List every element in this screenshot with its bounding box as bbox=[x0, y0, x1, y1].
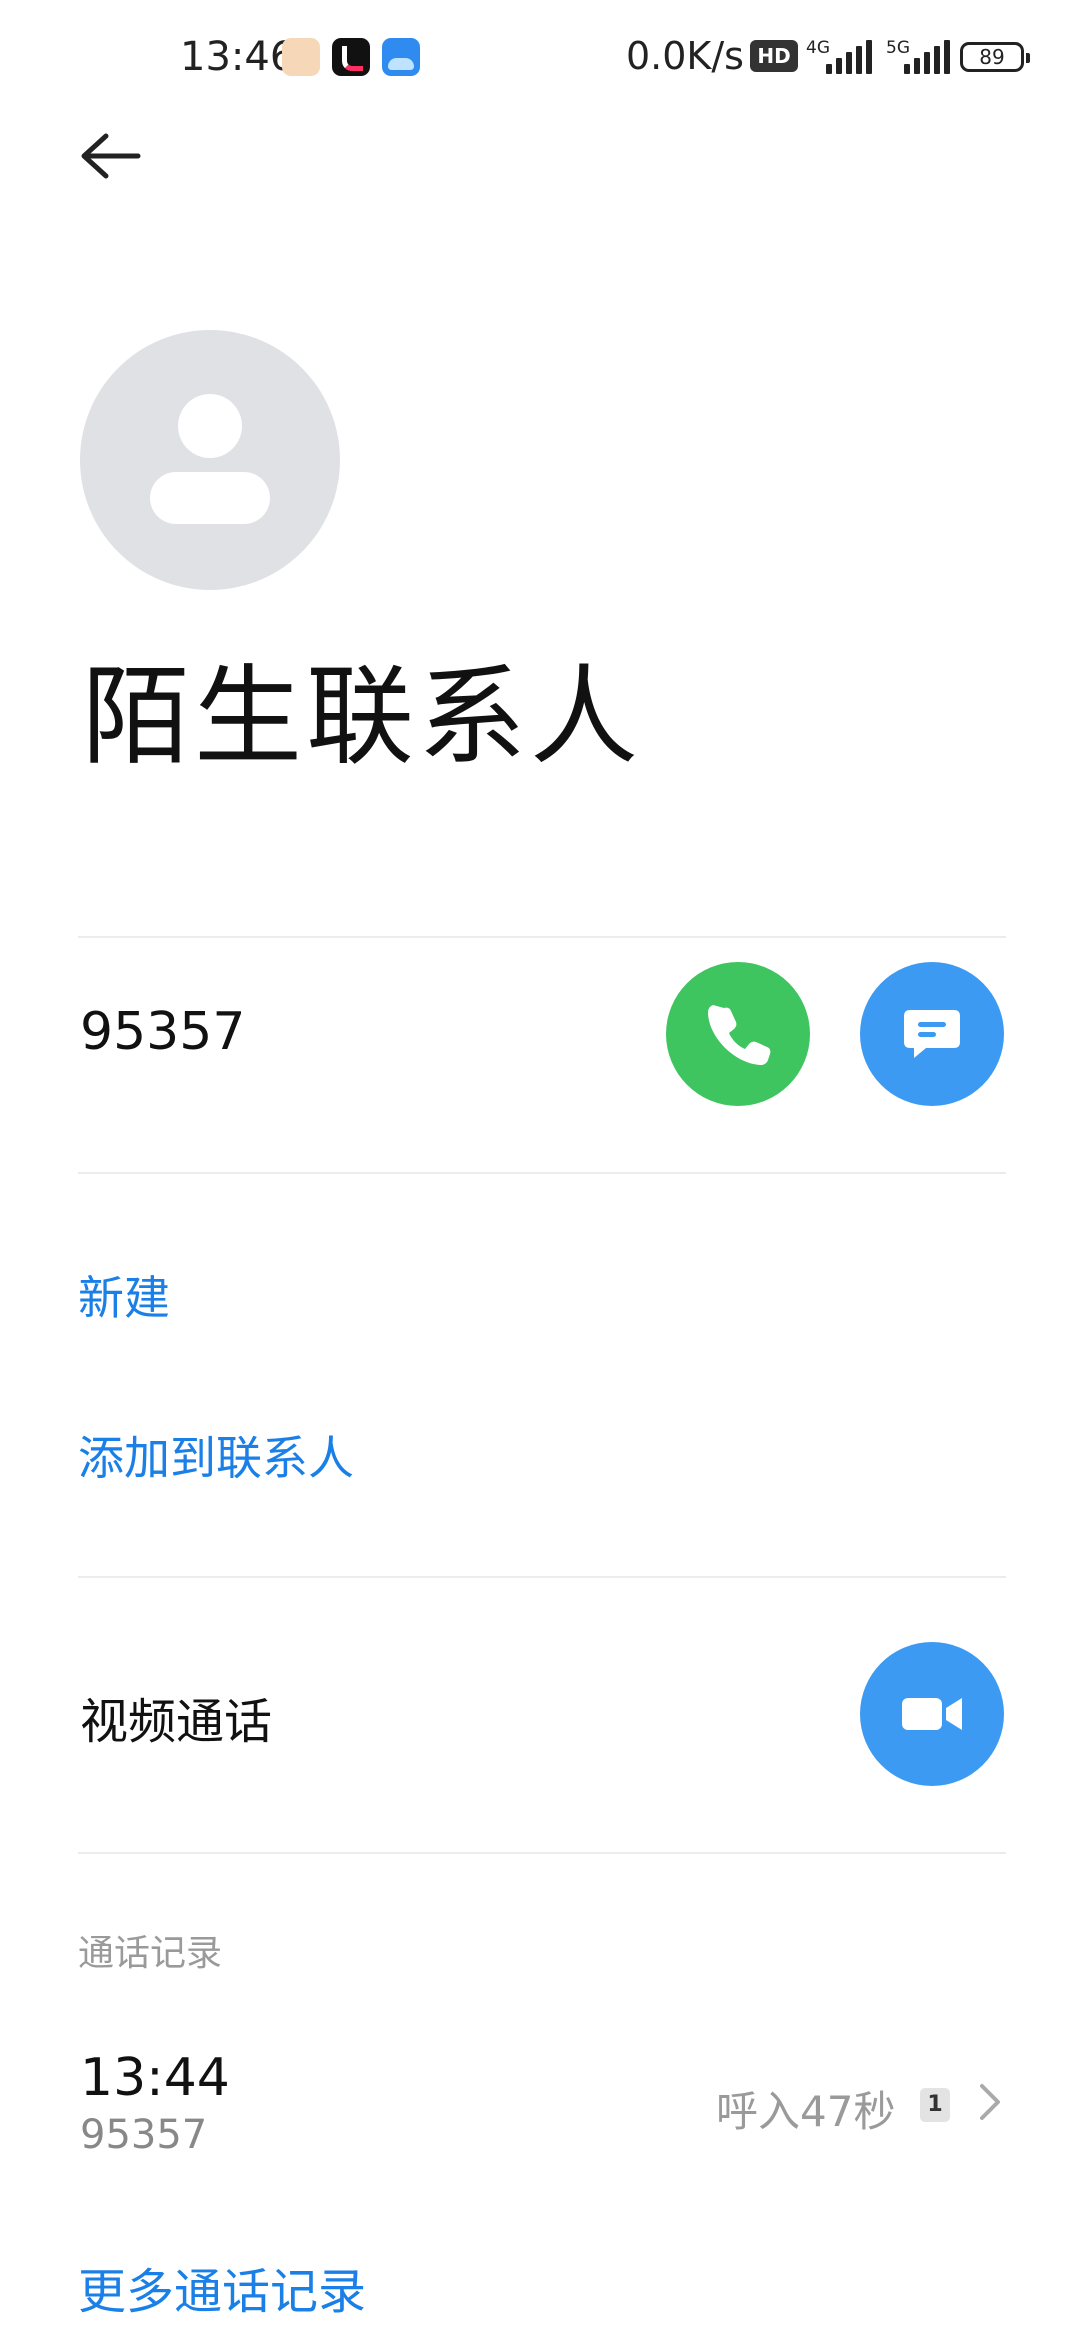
status-time: 13:46 bbox=[180, 34, 296, 80]
call-log-description: 呼入47秒 bbox=[716, 2087, 896, 2136]
call-log-number: 95357 bbox=[80, 2112, 208, 2158]
call-button[interactable] bbox=[666, 962, 810, 1106]
video-camera-icon bbox=[902, 1698, 962, 1730]
divider bbox=[78, 1852, 1006, 1854]
add-to-contacts-link[interactable]: 添加到联系人 bbox=[78, 1422, 354, 1488]
back-button[interactable] bbox=[72, 120, 152, 200]
avatar-body-shape bbox=[150, 472, 270, 524]
status-bar: 13:46 0.0K/s HD 4G 5G 89 bbox=[0, 0, 1080, 120]
phone-number[interactable]: 95357 bbox=[80, 1002, 245, 1062]
video-call-button[interactable] bbox=[860, 1642, 1004, 1786]
back-arrow-icon bbox=[81, 133, 141, 179]
tiktok-notification-icon bbox=[332, 38, 370, 76]
avatar-head-shape bbox=[178, 394, 242, 458]
call-log-time: 13:44 bbox=[80, 2048, 230, 2108]
contact-avatar bbox=[80, 330, 340, 590]
signal-1-icon bbox=[826, 40, 874, 74]
app-notification-icon bbox=[282, 38, 320, 76]
hd-voice-icon: HD bbox=[750, 40, 798, 72]
contact-detail-screen: 13:46 0.0K/s HD 4G 5G 89 陌生联系人 95357 新建 … bbox=[0, 0, 1080, 2340]
divider bbox=[78, 1172, 1006, 1174]
contact-name: 陌生联系人 bbox=[82, 655, 643, 780]
message-button[interactable] bbox=[860, 962, 1004, 1106]
chevron-right-icon[interactable] bbox=[970, 2076, 1010, 2128]
battery-icon: 89 bbox=[960, 42, 1030, 72]
phone-icon bbox=[708, 1005, 771, 1065]
message-icon bbox=[904, 1010, 960, 1058]
divider bbox=[78, 936, 1006, 938]
more-call-log-link[interactable]: 更多通话记录 bbox=[78, 2252, 366, 2322]
signal-2-icon bbox=[904, 40, 952, 74]
sim-card-icon: 1 bbox=[920, 2088, 950, 2122]
video-call-label[interactable]: 视频通话 bbox=[80, 1682, 272, 1752]
new-contact-link[interactable]: 新建 bbox=[78, 1262, 170, 1328]
call-log-section-title: 通话记录 bbox=[78, 1933, 223, 1974]
weather-notification-icon bbox=[382, 38, 420, 76]
divider bbox=[78, 1576, 1006, 1578]
network-speed: 0.0K/s bbox=[626, 34, 744, 78]
